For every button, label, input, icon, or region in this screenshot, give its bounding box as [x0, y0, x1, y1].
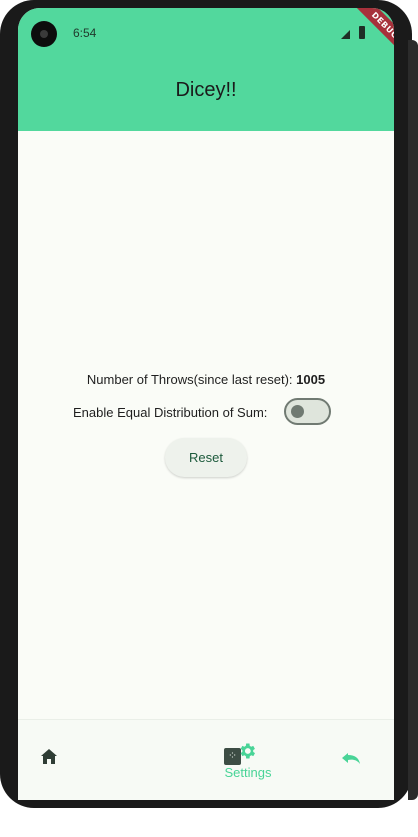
home-icon [41, 749, 57, 764]
signal-icon [341, 30, 350, 39]
nav-item-undo[interactable] [318, 720, 394, 800]
throws-count: 1005 [296, 372, 326, 387]
undo-icon [342, 753, 360, 764]
nav-item-dice[interactable] [108, 720, 241, 800]
reset-button[interactable]: Reset [165, 438, 247, 477]
app-bar: 6:54 Dicey!! [18, 8, 394, 131]
equal-distribution-row: Enable Equal Distribution of Sum: [73, 398, 343, 428]
throws-counter: Number of Throws(since last reset): 1005 [18, 372, 394, 387]
status-bar: 6:54 [18, 8, 394, 58]
battery-icon [359, 26, 365, 39]
status-time: 6:54 [73, 26, 97, 40]
nav-item-home[interactable] [18, 720, 88, 800]
app-screen: 6:54 Dicey!! DEBUG Number of Throws(sinc… [18, 8, 394, 800]
nav-label-settings: Settings [224, 765, 272, 780]
equal-distribution-label: Enable Equal Distribution of Sum: [73, 405, 268, 420]
gear-icon [240, 743, 255, 759]
equal-distribution-toggle[interactable] [284, 398, 331, 425]
nav-item-settings[interactable]: Settings [208, 720, 288, 800]
bottom-navigation: Settings [18, 719, 394, 800]
camera-cutout [31, 21, 57, 47]
throws-label: Number of Throws(since last reset): [86, 372, 297, 387]
app-title: Dicey!! [175, 79, 237, 101]
device-edge [408, 40, 418, 800]
toggle-thumb [291, 405, 304, 418]
